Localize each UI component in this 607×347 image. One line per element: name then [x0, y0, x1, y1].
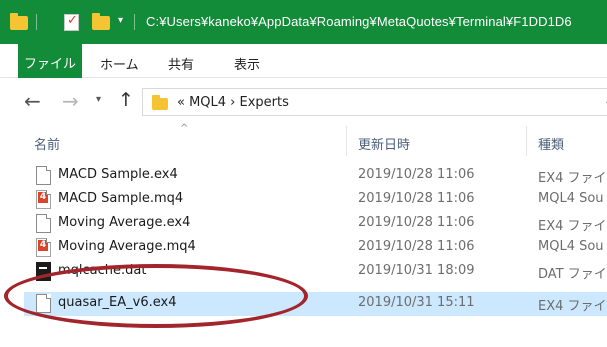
file-row[interactable]: 4 MACD Sample.mq4 2019/10/28 11:06 MQL4 … — [24, 188, 607, 212]
file-date: 2019/10/28 11:06 — [358, 239, 475, 254]
properties-check-icon[interactable] — [64, 13, 79, 31]
folder-icon — [10, 13, 28, 30]
file-name: MACD Sample.ex4 — [58, 167, 178, 182]
address-breadcrumb[interactable]: « MQL4 › Experts — [177, 95, 289, 110]
file-name: Moving Average.mq4 — [58, 239, 196, 254]
up-arrow-icon[interactable]: ↑ — [118, 89, 134, 111]
file-row[interactable]: mqlcache.dat 2019/10/31 18:09 DAT ファイル — [24, 260, 607, 284]
tab-file[interactable]: ファイル — [18, 44, 82, 78]
chevron-down-icon[interactable]: ⌄ — [603, 93, 607, 109]
window-title-path: C:¥Users¥kaneko¥AppData¥Roaming¥MetaQuot… — [146, 14, 572, 29]
file-name: MACD Sample.mq4 — [58, 191, 184, 206]
file-date: 2019/10/31 18:09 — [358, 263, 475, 278]
column-header: ^ 名前 更新日時 種類 — [0, 123, 607, 156]
explorer-window: ▾ C:¥Users¥kaneko¥AppData¥Roaming¥MetaQu… — [0, 0, 607, 347]
ribbon-tabs: ファイル ホーム 共有 表示 — [0, 44, 607, 78]
file-date: 2019/10/28 11:06 — [358, 167, 475, 182]
column-type[interactable]: 種類 — [538, 134, 564, 153]
forward-arrow-icon[interactable]: → — [62, 89, 79, 113]
file-row[interactable]: 4 Moving Average.mq4 2019/10/28 11:06 MQ… — [24, 236, 607, 260]
generic-file-icon — [36, 294, 51, 313]
file-row[interactable]: MACD Sample.ex4 2019/10/28 11:06 EX4 ファイ… — [24, 164, 607, 188]
generic-file-icon — [36, 214, 51, 233]
file-date: 2019/10/31 15:11 — [358, 295, 475, 310]
tab-home[interactable]: ホーム — [100, 52, 139, 74]
navigation-bar: ← → ▾ ↑ « MQL4 › Experts ⌄ — [0, 78, 607, 126]
file-row-selected[interactable]: quasar_EA_v6.ex4 2019/10/31 15:11 EX4 ファ… — [24, 292, 607, 316]
generic-file-icon — [36, 166, 51, 185]
file-type: EX4 ファイル — [538, 299, 607, 314]
recent-locations-chevron-icon[interactable]: ▾ — [96, 94, 101, 105]
column-date-modified[interactable]: 更新日時 — [358, 134, 410, 153]
tab-share[interactable]: 共有 — [168, 52, 194, 74]
file-row[interactable]: Moving Average.ex4 2019/10/28 11:06 EX4 … — [24, 212, 607, 236]
file-name: quasar_EA_v6.ex4 — [58, 295, 177, 310]
new-folder-icon[interactable] — [92, 13, 110, 30]
file-date: 2019/10/28 11:06 — [358, 191, 475, 206]
folder-icon — [152, 95, 168, 110]
dat-file-icon — [36, 262, 51, 281]
quick-access-dropdown-icon[interactable]: ▾ — [118, 15, 123, 26]
title-bar: ▾ C:¥Users¥kaneko¥AppData¥Roaming¥MetaQu… — [0, 0, 607, 44]
address-bar[interactable]: « MQL4 › Experts ⌄ — [142, 88, 607, 116]
column-name[interactable]: 名前 — [34, 134, 60, 153]
file-date: 2019/10/28 11:06 — [358, 215, 475, 230]
tab-view[interactable]: 表示 — [234, 52, 260, 74]
file-type: MQL4 Sou — [538, 191, 604, 206]
sort-ascending-icon: ^ — [180, 123, 189, 134]
back-arrow-icon[interactable]: ← — [24, 89, 41, 113]
mq4-file-icon: 4 — [36, 190, 51, 209]
column-divider[interactable] — [346, 126, 347, 156]
column-divider[interactable] — [526, 126, 527, 156]
mq4-file-icon: 4 — [36, 238, 51, 257]
file-type: EX4 ファイル — [538, 171, 607, 186]
file-name: mqlcache.dat — [58, 263, 147, 278]
separator — [134, 14, 135, 30]
file-name: Moving Average.ex4 — [58, 215, 191, 230]
separator — [36, 14, 37, 30]
file-type: EX4 ファイル — [538, 219, 607, 234]
file-type: DAT ファイル — [538, 267, 607, 282]
file-type: MQL4 Sou — [538, 239, 604, 254]
